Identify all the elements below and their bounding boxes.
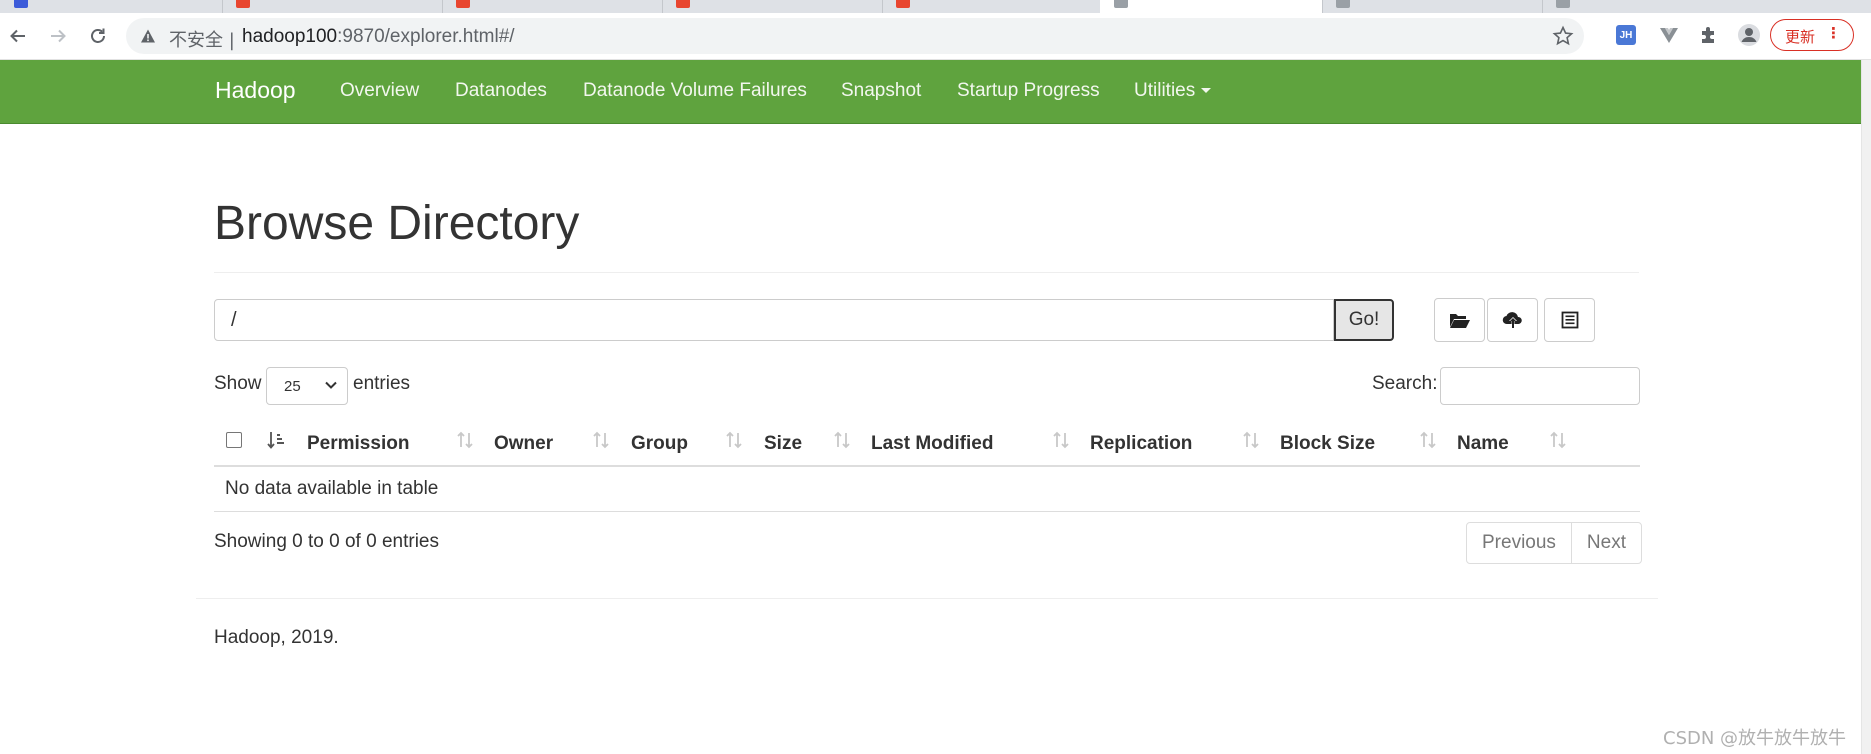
- caret-down-icon: [1201, 88, 1212, 94]
- page-title: Browse Directory: [214, 197, 580, 250]
- arrow-right-icon: [51, 29, 66, 43]
- sort-ascending-icon[interactable]: [267, 431, 285, 449]
- star-icon[interactable]: [1552, 25, 1574, 47]
- hadoop-navbar: Hadoop Overview Datanodes Datanode Volum…: [0, 60, 1861, 124]
- table-search-input[interactable]: [1440, 367, 1640, 405]
- column-header-permission[interactable]: Permission: [307, 433, 409, 455]
- cut-paste-button[interactable]: [1544, 298, 1595, 342]
- previous-page-button[interactable]: Previous: [1467, 523, 1571, 563]
- nav-snapshot[interactable]: Snapshot: [841, 80, 921, 102]
- browser-tab[interactable]: [222, 0, 443, 13]
- column-header-last-modified[interactable]: Last Modified: [871, 433, 993, 455]
- column-header-name[interactable]: Name: [1457, 433, 1509, 455]
- upload-files-button[interactable]: [1487, 298, 1538, 342]
- url-host: hadoop100: [242, 26, 338, 47]
- column-header-owner[interactable]: Owner: [494, 433, 553, 455]
- browser-tab[interactable]: [662, 0, 883, 13]
- browser-tab[interactable]: [882, 0, 1101, 13]
- tab-favicon-icon: [1556, 0, 1570, 8]
- folder-open-icon: [1449, 314, 1470, 328]
- select-all-checkbox[interactable]: [226, 432, 242, 448]
- entries-per-page-value: 25: [284, 378, 301, 395]
- title-divider: [214, 272, 1639, 273]
- nav-startup-progress[interactable]: Startup Progress: [957, 80, 1100, 102]
- kebab-menu-icon: ⋮: [1826, 24, 1841, 42]
- cloud-upload-icon: [1502, 312, 1522, 328]
- insecure-text: 不安全: [169, 30, 223, 51]
- forward-button[interactable]: [44, 22, 72, 50]
- pagination: Previous Next: [1466, 522, 1642, 564]
- url-path: :9870/explorer.html#/: [337, 26, 515, 47]
- tab-favicon-icon: [676, 0, 690, 8]
- entries-label: entries: [353, 373, 411, 394]
- table-info: Showing 0 to 0 of 0 entries: [214, 531, 439, 552]
- column-header-replication[interactable]: Replication: [1090, 433, 1192, 455]
- vue-extension-icon[interactable]: [1659, 25, 1679, 45]
- column-header-size[interactable]: Size: [764, 433, 802, 455]
- update-button[interactable]: 更新 ⋮: [1770, 19, 1854, 51]
- nav-overview[interactable]: Overview: [340, 80, 419, 102]
- jh-extension-icon[interactable]: JH: [1616, 25, 1636, 45]
- sort-both-icon[interactable]: [592, 431, 610, 449]
- tab-favicon-icon: [896, 0, 910, 8]
- puzzle-extensions-icon[interactable]: [1698, 25, 1718, 45]
- tab-favicon-icon: [1114, 0, 1128, 8]
- browser-tab[interactable]: [0, 0, 223, 13]
- update-label: 更新: [1785, 28, 1816, 46]
- browser-tab[interactable]: [1322, 0, 1543, 13]
- nav-utilities-dropdown[interactable]: Utilities: [1134, 80, 1212, 102]
- warning-icon: [141, 29, 155, 43]
- footer-divider: [196, 598, 1658, 599]
- reload-button[interactable]: [84, 22, 112, 50]
- directory-path-input[interactable]: [214, 299, 1334, 341]
- create-directory-button[interactable]: [1434, 298, 1485, 342]
- browser-tab-active[interactable]: [1100, 0, 1323, 13]
- tab-favicon-icon: [1336, 0, 1350, 8]
- sort-both-icon[interactable]: [1242, 431, 1260, 449]
- arrow-left-icon: [10, 29, 25, 43]
- list-icon: [1561, 311, 1578, 329]
- browser-tab-strip: [0, 0, 1871, 13]
- nav-utilities-label: Utilities: [1134, 80, 1196, 101]
- tab-favicon-icon: [236, 0, 250, 8]
- sort-both-icon[interactable]: [1549, 431, 1567, 449]
- browser-toolbar: 不安全 | hadoop100:9870/explorer.html#/ JH …: [0, 13, 1871, 60]
- address-bar[interactable]: 不安全 | hadoop100:9870/explorer.html#/: [126, 18, 1584, 54]
- nav-datanodes[interactable]: Datanodes: [455, 80, 547, 102]
- search-label: Search:: [1372, 373, 1438, 394]
- empty-table-message: No data available in table: [225, 478, 439, 499]
- go-button[interactable]: Go!: [1334, 299, 1394, 341]
- footer-text: Hadoop, 2019.: [214, 627, 339, 648]
- vertical-scrollbar[interactable]: [1861, 60, 1871, 754]
- sort-both-icon[interactable]: [456, 431, 474, 449]
- table-header-row: Permission Owner Group Size Last Modifie…: [214, 420, 1640, 467]
- sort-both-icon[interactable]: [833, 431, 851, 449]
- browser-tab[interactable]: [442, 0, 663, 13]
- next-page-button[interactable]: Next: [1570, 523, 1641, 563]
- profile-avatar-icon[interactable]: [1737, 23, 1761, 47]
- jh-extension-label: JH: [1619, 29, 1633, 41]
- table-empty-row: No data available in table: [214, 467, 1640, 512]
- navbar-brand[interactable]: Hadoop: [215, 77, 296, 104]
- sort-both-icon[interactable]: [725, 431, 743, 449]
- chevron-down-icon: [325, 381, 337, 389]
- insecure-label[interactable]: 不安全 |: [169, 26, 235, 52]
- url-text[interactable]: hadoop100:9870/explorer.html#/: [242, 26, 515, 48]
- browser-tab[interactable]: [1542, 0, 1871, 13]
- nav-datanode-volume-failures[interactable]: Datanode Volume Failures: [583, 80, 807, 102]
- reload-icon: [91, 28, 105, 43]
- csdn-watermark: CSDN @放牛放牛放牛: [1663, 728, 1847, 749]
- sort-both-icon[interactable]: [1052, 431, 1070, 449]
- sort-both-icon[interactable]: [1419, 431, 1437, 449]
- show-label: Show: [214, 373, 262, 394]
- column-header-group[interactable]: Group: [631, 433, 688, 455]
- column-header-block-size[interactable]: Block Size: [1280, 433, 1375, 455]
- entries-per-page-select[interactable]: 25: [266, 367, 348, 405]
- tab-favicon-icon: [456, 0, 470, 8]
- back-button[interactable]: [4, 22, 32, 50]
- tab-favicon-icon: [14, 0, 28, 8]
